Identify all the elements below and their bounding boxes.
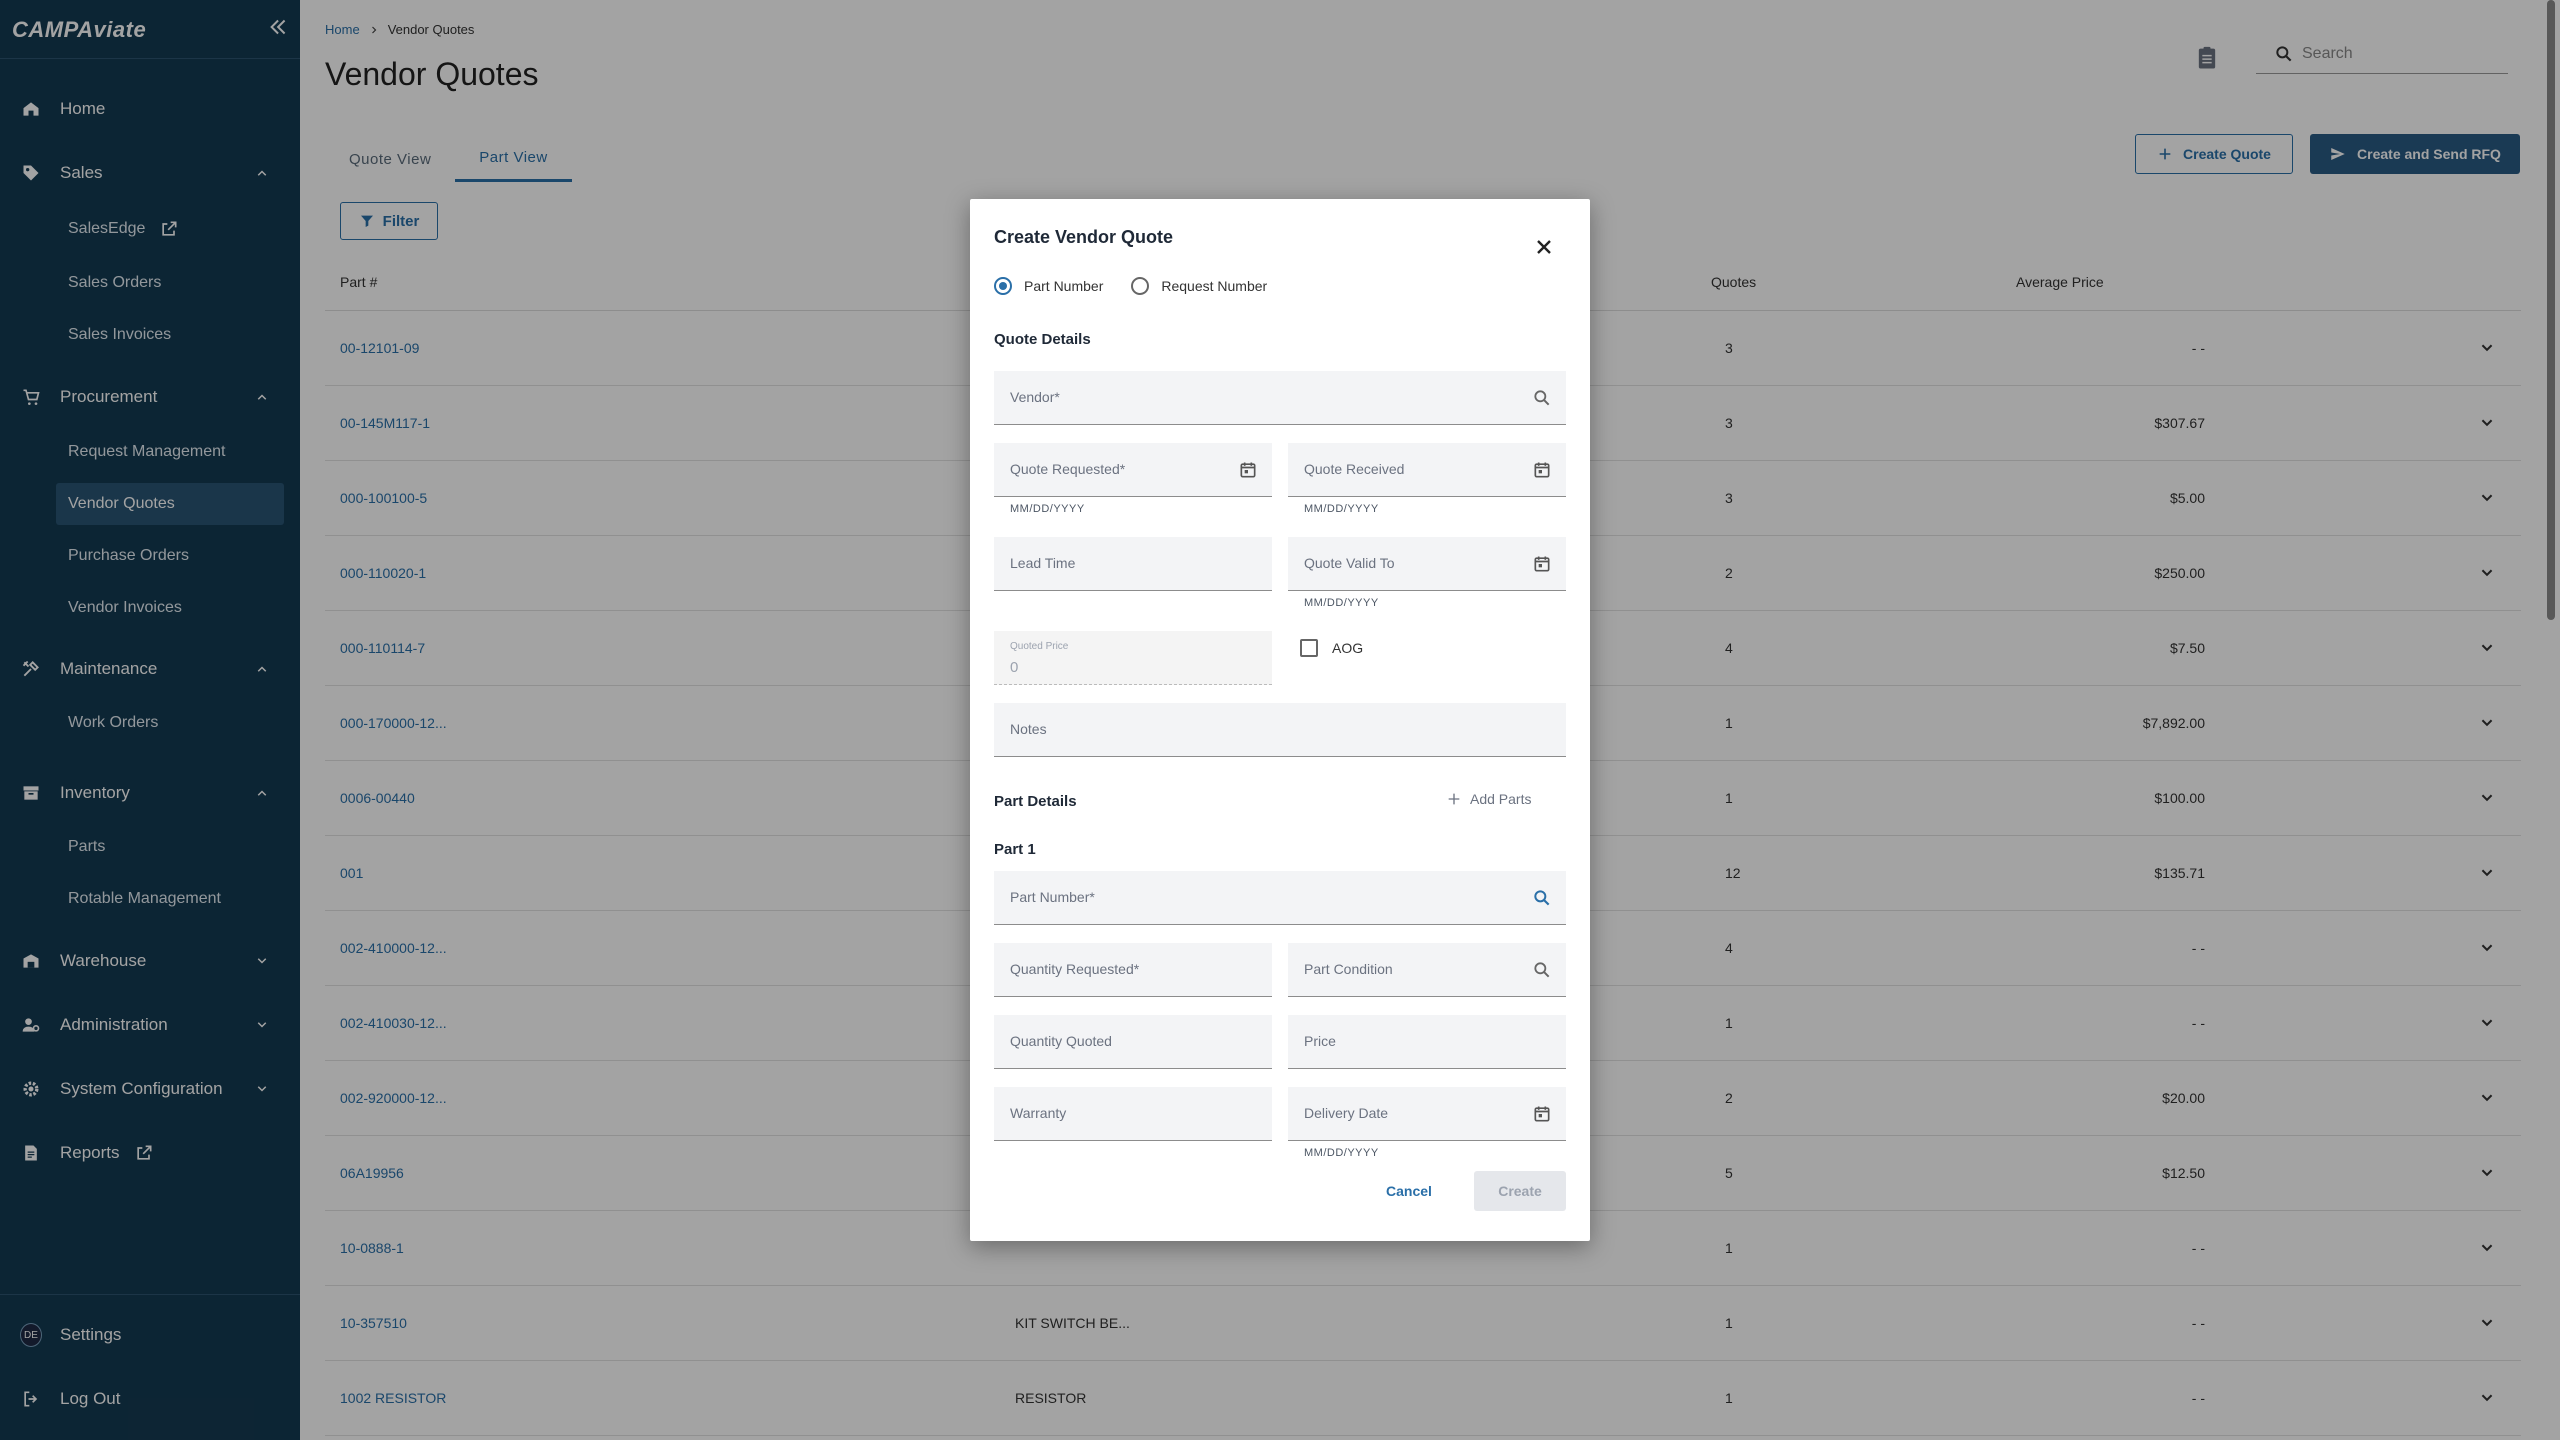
quantity-quoted-label: Quantity Quoted <box>1010 1033 1112 1049</box>
radio-label: Part Number <box>1024 278 1104 294</box>
radio-label: Request Number <box>1161 278 1268 294</box>
add-parts-button[interactable]: Add Parts <box>1446 791 1531 807</box>
quote-received-field[interactable]: Quote Received <box>1288 443 1566 497</box>
part-number-label: Part Number* <box>1010 889 1095 905</box>
vendor-label: Vendor* <box>1010 389 1060 405</box>
quantity-requested-label: Quantity Requested* <box>1010 961 1140 977</box>
quote-valid-to-field[interactable]: Quote Valid To <box>1288 537 1566 591</box>
radio-circle[interactable] <box>1131 277 1150 295</box>
aog-label: AOG <box>1332 640 1364 656</box>
part-1-heading: Part 1 <box>994 841 1036 858</box>
quote-type-radio-group: Part Number Request Number <box>994 277 1267 295</box>
add-parts-label: Add Parts <box>1470 791 1532 807</box>
radio-part-number[interactable]: Part Number <box>994 277 1103 295</box>
lead-time-label: Lead Time <box>1010 555 1076 571</box>
quantity-quoted-field[interactable]: Quantity Quoted <box>994 1015 1272 1069</box>
plus-icon <box>1448 793 1460 805</box>
part-details-heading: Part Details <box>994 793 1077 810</box>
warranty-label: Warranty <box>1010 1105 1067 1121</box>
search-icon[interactable] <box>1532 388 1552 408</box>
notes-label: Notes <box>1010 721 1047 737</box>
price-label: Price <box>1304 1033 1336 1049</box>
quote-requested-field[interactable]: Quote Requested* <box>994 443 1272 497</box>
aog-checkbox[interactable]: AOG <box>1300 639 1363 657</box>
search-icon[interactable] <box>1532 960 1552 980</box>
calendar-icon[interactable] <box>1532 1104 1552 1124</box>
lead-time-field[interactable]: Lead Time <box>994 537 1272 591</box>
quote-received-helper: MM/DD/YYYY <box>1304 503 1379 515</box>
dialog-title: Create Vendor Quote <box>994 227 1174 247</box>
delivery-date-helper: MM/DD/YYYY <box>1304 1147 1379 1159</box>
quote-requested-helper: MM/DD/YYYY <box>1010 503 1085 515</box>
part-number-field[interactable]: Part Number* <box>994 871 1566 925</box>
delivery-date-field[interactable]: Delivery Date <box>1288 1087 1566 1141</box>
vendor-field[interactable]: Vendor* <box>994 371 1566 425</box>
checkbox-box[interactable] <box>1300 639 1318 657</box>
close-icon[interactable] <box>1532 235 1556 259</box>
quote-valid-to-label: Quote Valid To <box>1304 555 1395 571</box>
quantity-requested-field[interactable]: Quantity Requested* <box>994 943 1272 997</box>
radio-request-number[interactable]: Request Number <box>1131 277 1267 295</box>
warranty-field[interactable]: Warranty <box>994 1087 1272 1141</box>
radio-circle[interactable] <box>994 277 1012 295</box>
quote-received-label: Quote Received <box>1304 461 1405 477</box>
quote-requested-label: Quote Requested* <box>1010 461 1126 477</box>
quote-valid-to-helper: MM/DD/YYYY <box>1304 597 1379 609</box>
part-condition-field[interactable]: Part Condition <box>1288 943 1566 997</box>
notes-field[interactable]: Notes <box>994 703 1566 757</box>
part-condition-label: Part Condition <box>1304 961 1393 977</box>
create-button[interactable]: Create <box>1474 1171 1566 1211</box>
cancel-button[interactable]: Cancel <box>1374 1173 1444 1209</box>
quoted-price-label: Quoted Price <box>1010 641 1069 652</box>
calendar-icon[interactable] <box>1532 554 1552 574</box>
delivery-date-label: Delivery Date <box>1304 1105 1389 1121</box>
search-icon[interactable] <box>1532 888 1552 908</box>
price-field[interactable]: Price <box>1288 1015 1566 1069</box>
quote-details-heading: Quote Details <box>994 331 1091 348</box>
quoted-price-value: 0 <box>1010 659 1019 676</box>
quoted-price-field: Quoted Price 0 <box>994 631 1272 685</box>
calendar-icon[interactable] <box>1238 460 1258 480</box>
calendar-icon[interactable] <box>1532 460 1552 480</box>
create-vendor-quote-dialog: Create Vendor Quote Part Number Request … <box>970 199 1590 1241</box>
